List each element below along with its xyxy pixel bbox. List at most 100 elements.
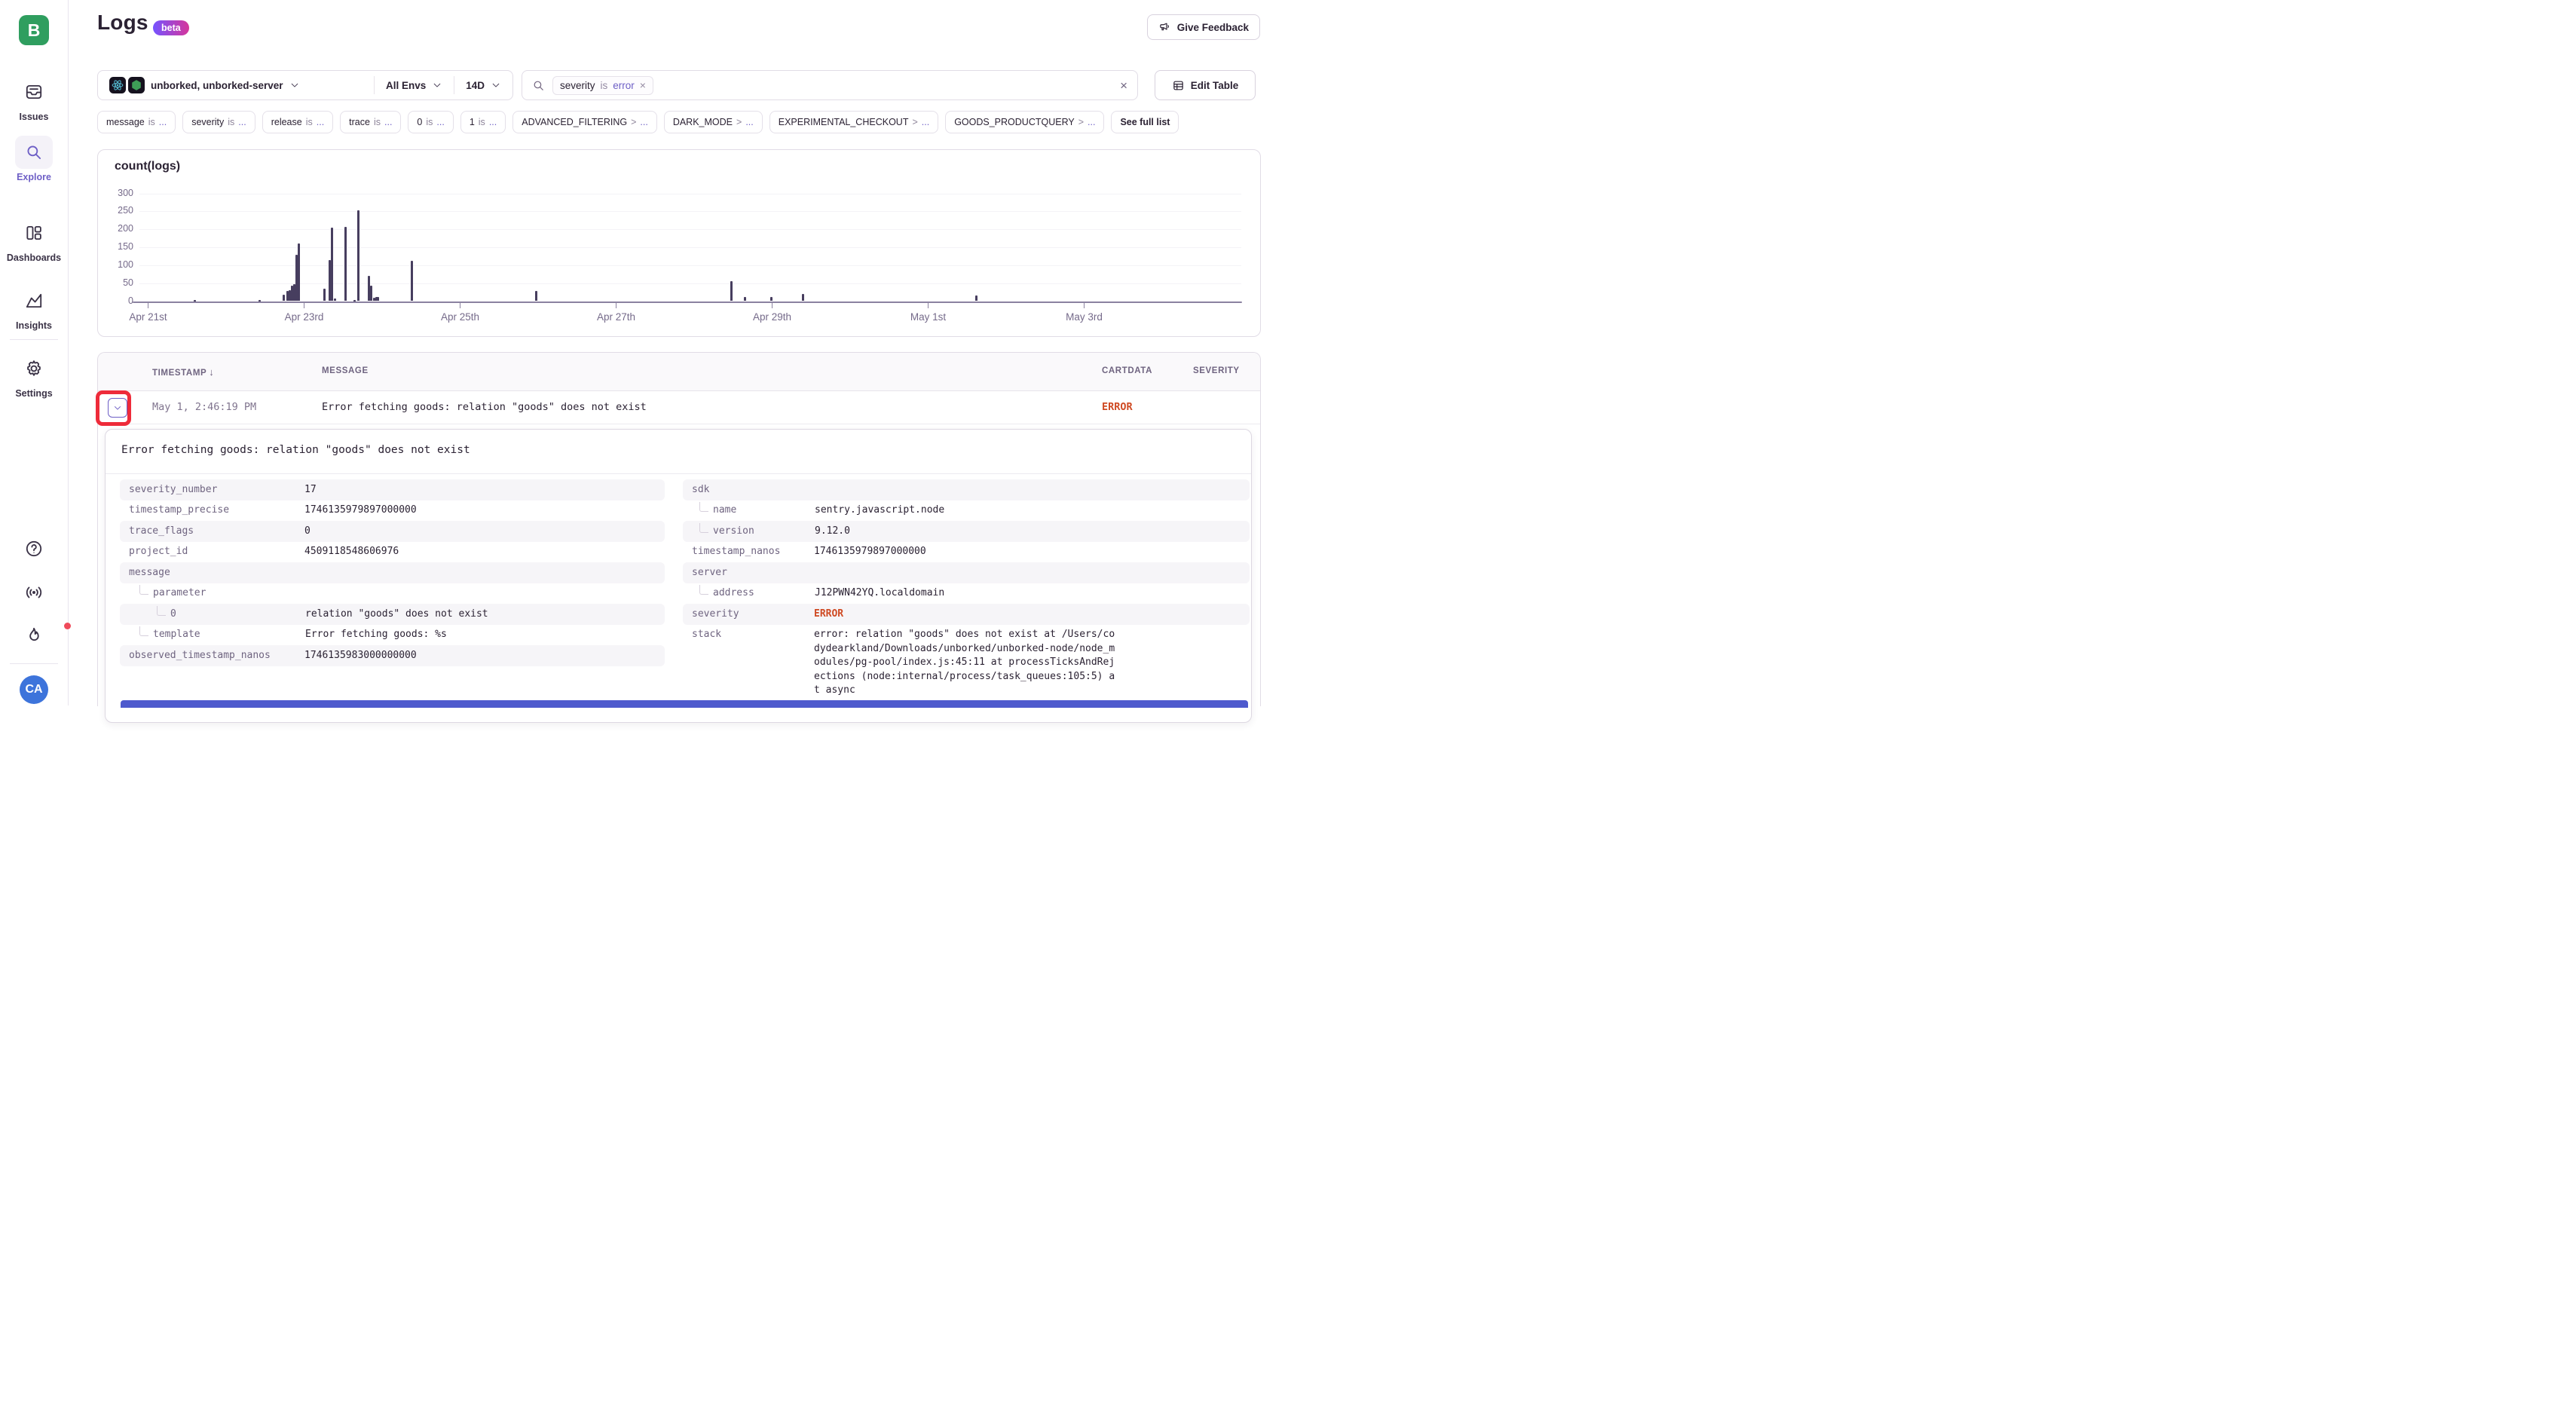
- filter-chip-0[interactable]: 0is...: [408, 111, 453, 133]
- token-remove-icon[interactable]: ×: [640, 80, 646, 90]
- detail-row-timestamp_nanos: timestamp_nanos1746135979897000000: [683, 542, 1250, 563]
- broadcast-button[interactable]: [0, 583, 68, 606]
- detail-row-stack: stackerror: relation "goods" does not ex…: [683, 625, 1250, 702]
- detail-value: J12PWN42YQ.localdomain: [815, 586, 1116, 601]
- chart-bar: [370, 286, 372, 301]
- detail-value: 1746135983000000000: [304, 649, 657, 663]
- chart-bar: [802, 294, 804, 301]
- x-axis-tick-label: Apr 23rd: [263, 311, 346, 323]
- chart-bar: [283, 295, 285, 301]
- chip-ellipsis: ...: [317, 117, 324, 127]
- filter-chip-experimental-checkout[interactable]: EXPERIMENTAL_CHECKOUT>...: [769, 111, 938, 133]
- filter-chip-1[interactable]: 1is...: [460, 111, 506, 133]
- environment-selector[interactable]: All Envs: [375, 80, 454, 91]
- log-row[interactable]: May 1, 2:46:19 PM Error fetching goods: …: [98, 391, 1260, 424]
- column-header-severity[interactable]: SEVERITY: [1193, 366, 1240, 375]
- filter-chip-message[interactable]: messageis...: [97, 111, 176, 133]
- x-axis-tick-label: May 1st: [887, 311, 970, 323]
- chip-label: See full list: [1120, 117, 1170, 127]
- chart-gridline: [139, 247, 1241, 248]
- bottom-action-bar[interactable]: [121, 700, 1248, 708]
- filter-chip-see-full-list[interactable]: See full list: [1111, 111, 1179, 133]
- column-header-cartdata[interactable]: CARTDATA: [1102, 366, 1152, 375]
- sidebar-item-issues[interactable]: Issues: [0, 75, 68, 122]
- chip-operator: is: [306, 117, 313, 127]
- token-key: severity: [560, 80, 595, 91]
- search-icon: [532, 79, 545, 92]
- chart-bar: [194, 300, 196, 301]
- log-search-input[interactable]: severity is error × ×: [522, 70, 1138, 100]
- search-clear-icon[interactable]: ×: [1120, 79, 1127, 92]
- y-axis-tick-label: 0: [99, 295, 133, 306]
- sidebar-item-dashboards[interactable]: Dashboards: [0, 216, 68, 263]
- detail-key: address: [713, 586, 815, 601]
- chip-label: 0: [417, 117, 422, 127]
- chart-bar: [259, 300, 261, 301]
- chart-bar: [344, 227, 347, 301]
- detail-key: observed_timestamp_nanos: [129, 649, 304, 663]
- logs-bar-chart: 050100150200250300Apr 21stApr 23rdApr 25…: [139, 190, 1255, 302]
- sidebar-item-settings[interactable]: Settings: [0, 352, 68, 399]
- x-axis-tick: [148, 303, 149, 308]
- give-feedback-button[interactable]: Give Feedback: [1147, 14, 1260, 40]
- detail-value: error: relation "goods" does not exist a…: [814, 628, 1115, 698]
- filter-chip-trace[interactable]: traceis...: [340, 111, 401, 133]
- chip-label: DARK_MODE: [673, 117, 733, 127]
- date-range-selector[interactable]: 14D: [454, 80, 512, 91]
- logs-chart-card: count(logs) 050100150200250300Apr 21stAp…: [97, 149, 1261, 337]
- y-axis-tick-label: 150: [99, 241, 133, 252]
- logs-page: B Issues Explore Dashboards Insights Setting…: [0, 0, 1288, 706]
- column-header-timestamp[interactable]: TIMESTAMP↓: [152, 366, 214, 378]
- chip-ellipsis: ...: [238, 117, 246, 127]
- chevron-down-icon: [289, 80, 300, 90]
- org-logo[interactable]: B: [19, 15, 49, 45]
- detail-key: name: [713, 503, 815, 518]
- chip-label: ADVANCED_FILTERING: [522, 117, 627, 127]
- filter-chip-dark-mode[interactable]: DARK_MODE>...: [664, 111, 763, 133]
- chip-label: GOODS_PRODUCTQUERY: [954, 117, 1075, 127]
- tree-connector: [699, 585, 708, 595]
- sidebar-item-insights[interactable]: Insights: [0, 284, 68, 331]
- sidebar-item-label: Dashboards: [7, 253, 61, 263]
- x-axis-line: [133, 301, 1242, 304]
- edit-table-button[interactable]: Edit Table: [1155, 70, 1256, 100]
- search-filter-token[interactable]: severity is error ×: [552, 76, 653, 95]
- expand-row-button[interactable]: [108, 398, 127, 418]
- chip-ellipsis: ...: [1088, 117, 1095, 127]
- chart-bar: [730, 281, 733, 301]
- node-project-icon: [128, 77, 145, 93]
- chart-bar: [298, 243, 300, 301]
- detail-key: severity: [692, 608, 814, 622]
- detail-value: 1746135979897000000: [814, 545, 1115, 559]
- chart-bar: [535, 291, 537, 301]
- filter-chip-severity[interactable]: severityis...: [182, 111, 255, 133]
- filter-chip-goods-productquery[interactable]: GOODS_PRODUCTQUERY>...: [945, 111, 1104, 133]
- chip-operator: is: [479, 117, 485, 127]
- project-selector[interactable]: unborked, unborked-server: [98, 77, 374, 93]
- column-header-message[interactable]: MESSAGE: [322, 366, 369, 375]
- detail-row-sdk: sdk: [683, 479, 1250, 500]
- table-icon: [1172, 79, 1185, 92]
- page-title: Logs: [97, 11, 148, 35]
- log-row-timestamp: May 1, 2:46:19 PM: [152, 401, 256, 413]
- user-avatar[interactable]: CA: [20, 675, 48, 704]
- detail-key: severity_number: [129, 483, 304, 497]
- filter-chip-advanced-filtering[interactable]: ADVANCED_FILTERING>...: [512, 111, 657, 133]
- whats-new-button[interactable]: [0, 626, 68, 645]
- environment-selector-value: All Envs: [386, 80, 426, 91]
- help-button[interactable]: [0, 539, 68, 562]
- filter-chip-release[interactable]: releaseis...: [262, 111, 333, 133]
- detail-fields-left: severity_number17timestamp_precise174613…: [120, 479, 665, 666]
- x-axis-tick-label: Apr 29th: [731, 311, 814, 323]
- sidebar-divider: [10, 339, 58, 340]
- sidebar-item-explore[interactable]: Explore: [0, 136, 68, 182]
- x-axis-tick: [304, 303, 305, 308]
- chart-bar: [353, 300, 356, 301]
- detail-value: 9.12.0: [815, 525, 1116, 539]
- detail-key: server: [692, 566, 814, 580]
- log-row-message: Error fetching goods: relation "goods" d…: [322, 401, 647, 413]
- x-axis-tick-label: May 3rd: [1043, 311, 1126, 323]
- token-value: error: [613, 80, 635, 91]
- x-axis-tick: [772, 303, 773, 308]
- detail-value: 4509118548606976: [304, 545, 657, 559]
